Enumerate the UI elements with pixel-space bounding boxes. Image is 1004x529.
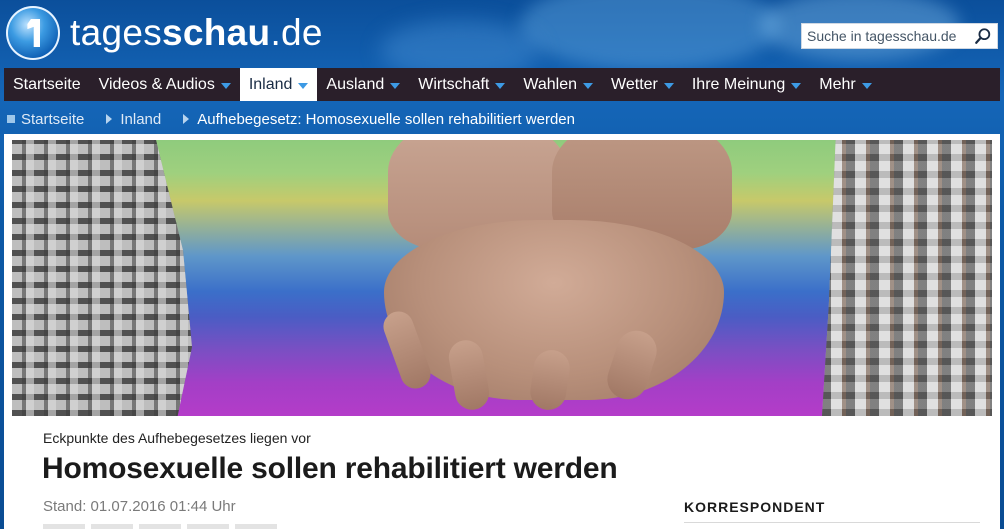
main-navigation: Startseite Videos & Audios Inland Auslan… [4,68,1000,101]
nav-item-ausland[interactable]: Ausland [317,68,409,101]
breadcrumb-arrow-icon [106,114,113,124]
breadcrumb-item-inland[interactable]: Inland [120,111,161,128]
nav-item-wetter[interactable]: Wetter [602,68,683,101]
article-timestamp: Stand: 01.07.2016 01:44 Uhr [43,498,236,515]
share-button[interactable] [91,524,133,529]
nav-item-startseite[interactable]: Startseite [4,68,90,101]
chevron-down-icon [495,82,506,89]
chevron-down-icon [390,82,401,89]
article-headline: Homosexuelle sollen rehabilitiert werden [42,452,618,485]
search-box [801,23,998,49]
chevron-down-icon [298,82,309,89]
sidebar-divider [684,522,980,523]
nav-item-videos-audios[interactable]: Videos & Audios [90,68,240,101]
share-button[interactable] [139,524,181,529]
header-background-map [380,20,540,68]
share-button[interactable] [43,524,85,529]
breadcrumb-item-current: Aufhebegesetz: Homosexuelle sollen rehab… [197,110,575,128]
nav-item-wahlen[interactable]: Wahlen [514,68,602,101]
chevron-down-icon [220,82,231,89]
nav-item-ihre-meinung[interactable]: Ihre Meinung [683,68,810,101]
chevron-down-icon [583,82,594,89]
nav-item-mehr[interactable]: Mehr [810,68,880,101]
breadcrumb-item-startseite[interactable]: Startseite [21,111,84,128]
site-logo-text[interactable]: tagesschau.de [70,12,323,54]
site-header: tagesschau.de [0,0,1004,68]
chevron-down-icon [861,82,872,89]
nav-item-inland[interactable]: Inland [239,68,318,101]
tagesschau-logo-icon[interactable] [6,6,60,60]
hero-image-shirt-right [822,140,992,416]
share-button[interactable] [187,524,229,529]
share-buttons-placeholder [43,524,277,529]
search-icon[interactable] [974,27,992,45]
article-kicker: Eckpunkte des Aufhebegesetzes liegen vor [43,430,311,446]
hero-image-shirt-left [12,140,192,416]
chevron-down-icon [791,82,802,89]
article-container: Eckpunkte des Aufhebegesetzes liegen vor… [4,134,1000,529]
chevron-down-icon [663,82,674,89]
article-hero-image [12,140,992,416]
breadcrumb-home-marker [7,115,15,123]
search-input[interactable] [802,24,972,48]
breadcrumb: Startseite Inland Aufhebegesetz: Homosex… [0,104,1004,134]
breadcrumb-arrow-icon [183,114,190,124]
header-background-map [520,0,780,68]
sidebar-korrespondent-title: KORRESPONDENT [684,499,826,515]
share-button[interactable] [235,524,277,529]
nav-item-wirtschaft[interactable]: Wirtschaft [409,68,514,101]
